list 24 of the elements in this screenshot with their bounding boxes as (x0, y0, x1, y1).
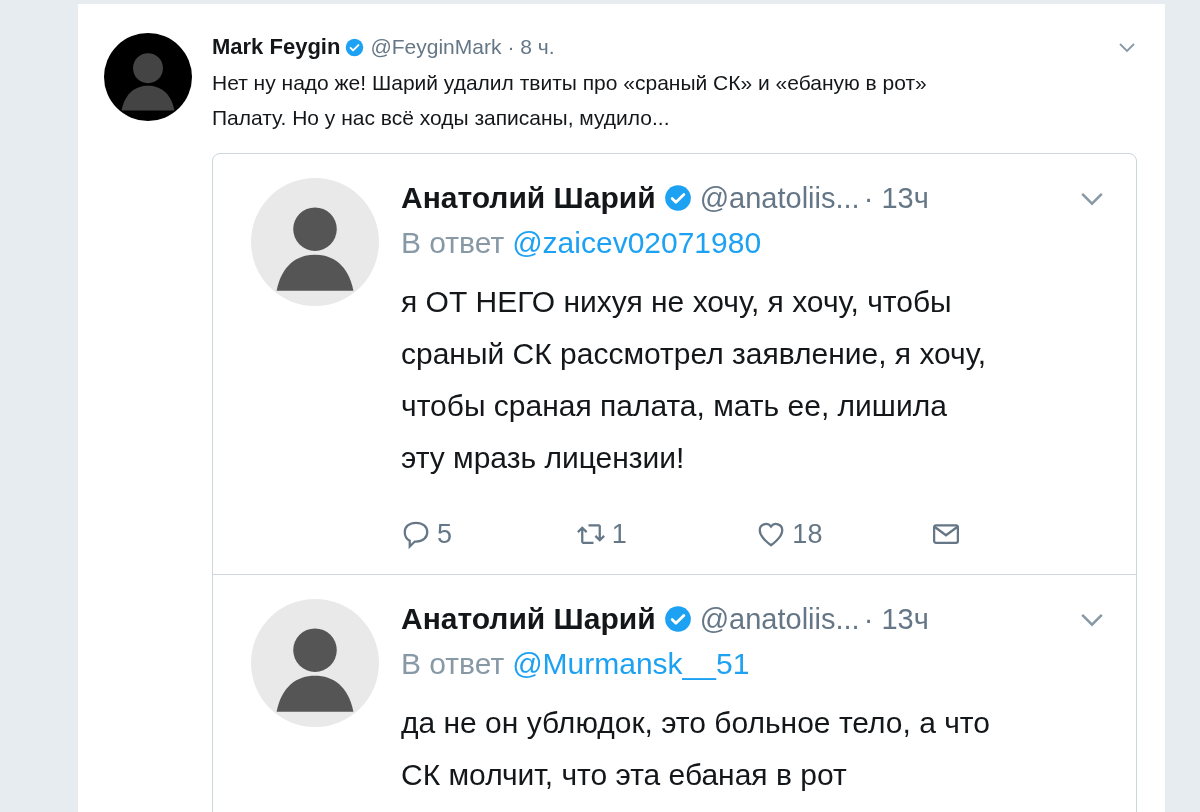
author-handle[interactable]: @anatoliis... (699, 181, 860, 215)
reply-label: В ответ (401, 647, 505, 680)
tweet-text: да не он ублюдок, это больное тело, а что СК молчит, что эта ебаная в рот (401, 705, 991, 793)
quoted-tweets-card[interactable] (212, 153, 1137, 812)
author-name[interactable]: Mark Feygin (212, 34, 341, 60)
tweet-time[interactable]: · 8 ч. (507, 35, 555, 59)
mention-link[interactable]: @Murmansk__51 (512, 647, 750, 680)
author-name[interactable]: Анатолий Шарий (401, 181, 656, 215)
tweet-time[interactable]: · 13ч (863, 181, 929, 215)
author-handle[interactable]: @FeyginMark (370, 35, 502, 59)
author-handle[interactable]: @anatoliis... (699, 602, 860, 636)
reply-label: В ответ (401, 226, 505, 259)
tweet-text: я ОТ НЕГО нихуя не хочу, я хочу, чтобы сраный СК рассмотрел заявление, я хочу, чтобы сраная палата, мать ее, лишила эту мразь лицензии! (401, 284, 988, 476)
tweet-text: Нет ну надо же! Шарий удалил твиты про «сраный СК» и «ебаную в рот» Палату. Но у нас всё ходы записаны, мудило... (212, 70, 928, 131)
tweet-time[interactable]: · 13ч (863, 602, 929, 636)
mention-link[interactable]: @zaicev02071980 (512, 226, 762, 259)
action-count: 18 (792, 518, 823, 550)
action-count: 1 (611, 518, 627, 550)
reply-icon[interactable] (401, 519, 431, 549)
author-name[interactable]: Анатолий Шарий (401, 602, 656, 636)
avatar-icon (104, 33, 192, 121)
avatar-icon (251, 178, 379, 306)
avatar-icon (251, 599, 379, 727)
action-count: 5 (437, 518, 453, 550)
